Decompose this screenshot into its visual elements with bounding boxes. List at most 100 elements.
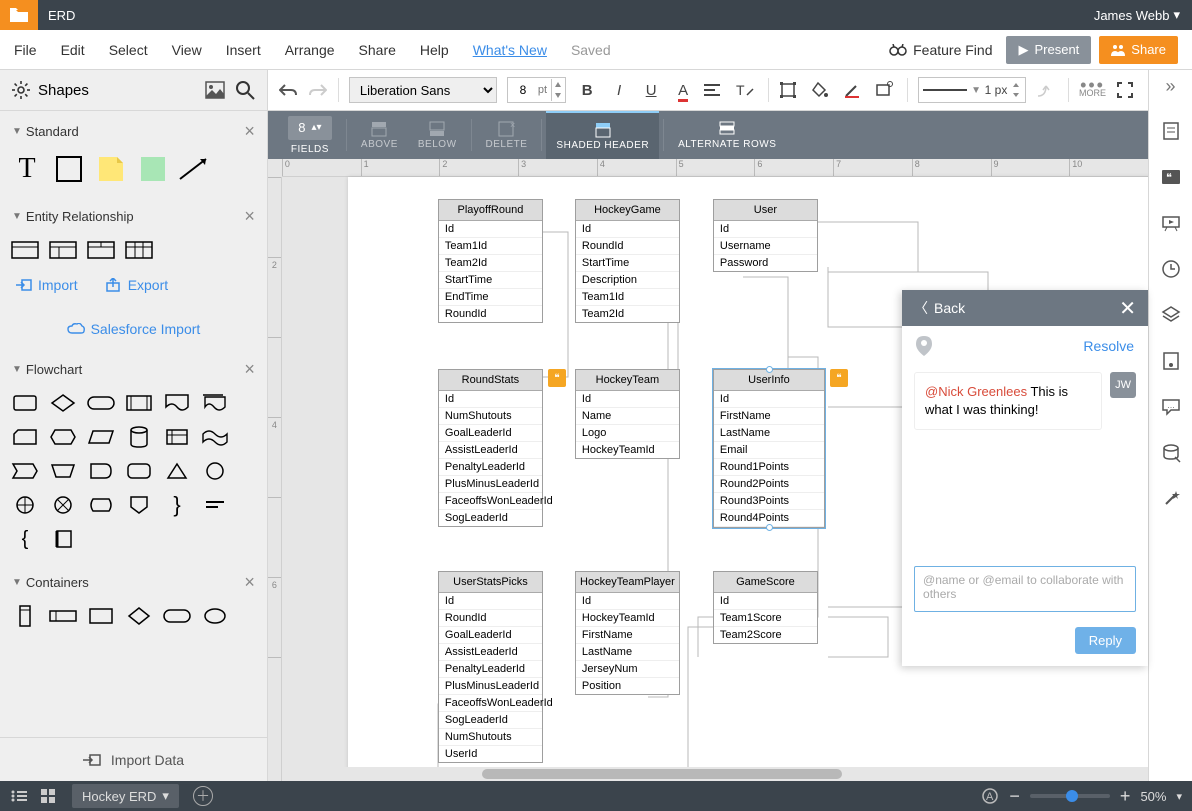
import-link[interactable]: Import bbox=[16, 277, 78, 293]
shape-fc-off[interactable] bbox=[124, 492, 154, 518]
table-hockeyteam[interactable]: HockeyTeam Id Name Logo HockeyTeamId bbox=[575, 369, 680, 459]
shape-erd-1[interactable] bbox=[10, 237, 40, 263]
shape-fc-card[interactable] bbox=[10, 424, 40, 450]
zoom-out-button[interactable]: − bbox=[1009, 786, 1020, 807]
shape-erd-3[interactable] bbox=[86, 237, 116, 263]
present-button[interactable]: ▶ Present bbox=[1006, 36, 1091, 64]
fullscreen-button[interactable] bbox=[1116, 81, 1138, 99]
table-hockeygame[interactable]: HockeyGame Id RoundId StartTime Descript… bbox=[575, 199, 680, 323]
shape-fc-disp[interactable] bbox=[86, 492, 116, 518]
zoom-value[interactable]: 50% bbox=[1140, 789, 1166, 804]
menu-file[interactable]: File bbox=[14, 42, 37, 58]
layers-icon[interactable] bbox=[1159, 303, 1183, 327]
insert-below-button[interactable]: BELOW bbox=[408, 111, 467, 159]
menu-arrange[interactable]: Arrange bbox=[285, 42, 335, 58]
add-page-button[interactable]: ＋ bbox=[193, 786, 213, 806]
notes-icon[interactable] bbox=[1159, 119, 1183, 143]
document-title[interactable]: ERD bbox=[38, 8, 1094, 23]
close-icon[interactable]: × bbox=[244, 206, 255, 227]
shape-cont-5[interactable] bbox=[162, 603, 192, 629]
user-menu[interactable]: James Webb ▾ bbox=[1094, 7, 1192, 23]
shape-fc-d[interactable] bbox=[86, 458, 116, 484]
fields-count[interactable]: 8▴▾ FIELDS bbox=[278, 111, 342, 159]
more-button[interactable]: •••MORE bbox=[1079, 82, 1106, 98]
section-containers[interactable]: ▼ Containers × bbox=[0, 562, 267, 603]
collapse-panel-icon[interactable]: » bbox=[1166, 76, 1176, 97]
fill-button[interactable] bbox=[811, 81, 833, 99]
reply-button[interactable]: Reply bbox=[1075, 627, 1136, 654]
alternate-rows-button[interactable]: ALTERNATE ROWS bbox=[668, 111, 786, 159]
shape-fc-circ[interactable] bbox=[200, 458, 230, 484]
shape-cont-6[interactable] bbox=[200, 603, 230, 629]
shape-erd-4[interactable] bbox=[124, 237, 154, 263]
master-page-icon[interactable] bbox=[1159, 349, 1183, 373]
comments-icon[interactable]: … bbox=[1159, 395, 1183, 419]
comment-back-button[interactable]: 〈 Back bbox=[914, 298, 1119, 318]
resolve-button[interactable]: Resolve bbox=[1083, 338, 1134, 354]
history-icon[interactable] bbox=[1159, 257, 1183, 281]
shape-fc-sumjunc[interactable] bbox=[10, 492, 40, 518]
shape-fc-trap[interactable] bbox=[48, 458, 78, 484]
font-size-value[interactable] bbox=[508, 83, 538, 97]
search-icon[interactable] bbox=[235, 80, 255, 100]
line-color-button[interactable] bbox=[843, 81, 865, 99]
shape-erd-2[interactable] bbox=[48, 237, 78, 263]
salesforce-import-link[interactable]: Salesforce Import bbox=[67, 321, 201, 337]
shape-fc-brace[interactable]: } bbox=[162, 492, 192, 518]
shape-fc-db[interactable] bbox=[124, 424, 154, 450]
shape-hotspot[interactable] bbox=[136, 152, 170, 186]
auto-zoom-icon[interactable]: A bbox=[981, 787, 999, 805]
insert-above-button[interactable]: ABOVE bbox=[351, 111, 408, 159]
comment-badge[interactable]: ❝ bbox=[830, 369, 848, 387]
table-user[interactable]: User Id Username Password bbox=[713, 199, 818, 272]
shape-fc-or[interactable] bbox=[48, 492, 78, 518]
page-chip[interactable]: Hockey ERD ▾ bbox=[72, 784, 179, 808]
shape-note[interactable] bbox=[94, 152, 128, 186]
line-end-button[interactable] bbox=[1036, 82, 1058, 98]
text-style-button[interactable]: T bbox=[736, 83, 758, 97]
section-flowchart[interactable]: ▼ Flowchart × bbox=[0, 349, 267, 390]
close-icon[interactable]: × bbox=[244, 359, 255, 380]
bold-button[interactable]: B bbox=[576, 82, 598, 99]
italic-button[interactable]: I bbox=[608, 82, 630, 99]
shape-fc-term[interactable] bbox=[86, 390, 116, 416]
quotes-icon[interactable]: ❝ bbox=[1159, 165, 1183, 189]
shape-cont-3[interactable] bbox=[86, 603, 116, 629]
shape-style-button[interactable] bbox=[875, 81, 897, 99]
comment-badge[interactable]: ❝ bbox=[548, 369, 566, 387]
shape-fc-note2[interactable] bbox=[48, 526, 78, 552]
shape-fc-rect[interactable] bbox=[10, 390, 40, 416]
menu-share[interactable]: Share bbox=[359, 42, 396, 58]
shape-cont-4[interactable] bbox=[124, 603, 154, 629]
close-icon[interactable]: × bbox=[244, 572, 255, 593]
table-playoffround[interactable]: PlayoffRound Id Team1Id Team2Id StartTim… bbox=[438, 199, 543, 323]
feature-find[interactable]: Feature Find bbox=[889, 42, 992, 58]
shape-block[interactable] bbox=[52, 152, 86, 186]
line-style-selector[interactable]: ▼ 1 px bbox=[918, 77, 1026, 103]
magic-wand-icon[interactable] bbox=[1159, 487, 1183, 511]
horizontal-scrollbar[interactable] bbox=[282, 767, 1148, 781]
shape-fc-docs[interactable] bbox=[200, 390, 230, 416]
font-size-input[interactable]: pt bbox=[507, 77, 566, 103]
menu-insert[interactable]: Insert bbox=[226, 42, 261, 58]
shaded-header-button[interactable]: SHADED HEADER bbox=[546, 111, 659, 159]
section-entity[interactable]: ▼ Entity Relationship × bbox=[0, 196, 267, 237]
gear-icon[interactable] bbox=[12, 81, 30, 99]
section-standard[interactable]: ▼ Standard × bbox=[0, 111, 267, 152]
table-userinfo[interactable]: UserInfo Id FirstName LastName Email Rou… bbox=[713, 369, 825, 528]
shape-fc-diamond[interactable] bbox=[48, 390, 78, 416]
table-userstatspicks[interactable]: UserStatsPicks Id RoundId GoalLeaderId A… bbox=[438, 571, 543, 763]
delete-field-button[interactable]: ×DELETE bbox=[476, 111, 538, 159]
shape-fc-hex[interactable] bbox=[48, 424, 78, 450]
undo-button[interactable] bbox=[278, 83, 298, 97]
line-width-stepper[interactable] bbox=[1011, 81, 1021, 99]
shape-fc-rr[interactable] bbox=[124, 458, 154, 484]
menu-edit[interactable]: Edit bbox=[61, 42, 85, 58]
grid-view-icon[interactable] bbox=[40, 788, 56, 804]
zoom-in-button[interactable]: + bbox=[1120, 786, 1131, 807]
font-size-stepper[interactable] bbox=[551, 79, 565, 101]
align-button[interactable] bbox=[704, 83, 726, 97]
export-link[interactable]: Export bbox=[106, 277, 168, 293]
import-data-button[interactable]: Import Data bbox=[0, 737, 267, 781]
image-icon[interactable] bbox=[205, 81, 225, 99]
